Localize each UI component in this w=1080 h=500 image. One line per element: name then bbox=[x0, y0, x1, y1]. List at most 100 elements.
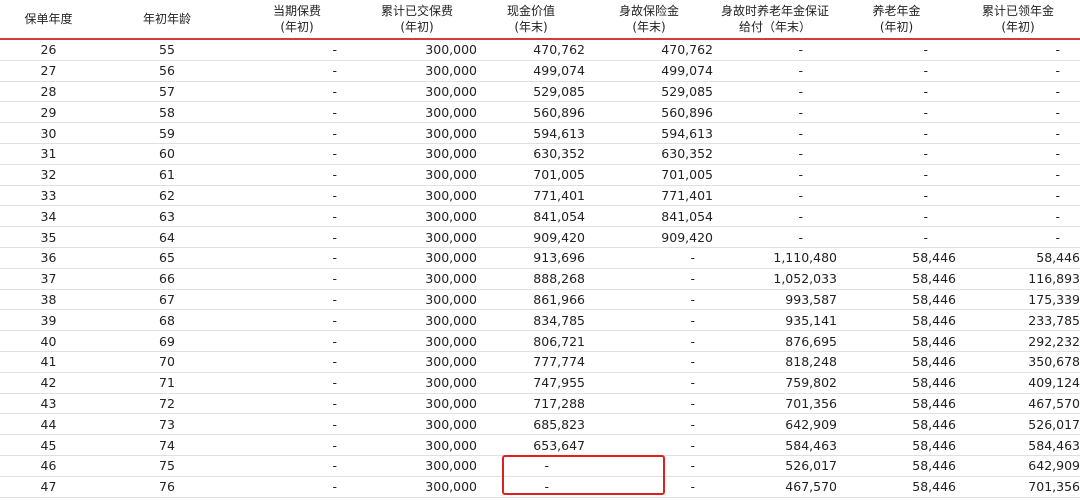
annuity-guarantee-cell: - bbox=[713, 205, 837, 228]
cumulative-premium-header: 累计已交保费 (年初) bbox=[357, 0, 477, 40]
start-age-cell: 59 bbox=[97, 122, 237, 144]
cumulative-premium-cell: 300,000 bbox=[357, 268, 477, 290]
cumulative-premium-cell: 300,000 bbox=[357, 185, 477, 207]
cash-value-cell: - bbox=[477, 455, 585, 477]
annuity-guarantee-cell: 526,017 bbox=[713, 455, 837, 477]
header-line-1: 保单年度 bbox=[24, 12, 73, 26]
cumulative-premium-cell: 300,000 bbox=[357, 434, 477, 456]
cumulative-annuity-cell: 409,124 bbox=[956, 372, 1080, 394]
table-row: 28 57-300,000 529,085 529,085- - - bbox=[0, 81, 1080, 103]
death-benefit-cell: 841,054 bbox=[585, 205, 713, 228]
death-benefit-cell: 771,401 bbox=[585, 185, 713, 207]
cumulative-annuity-cell: - bbox=[956, 122, 1080, 144]
start-age-cell: 63 bbox=[97, 205, 237, 228]
start-age-cell: 70 bbox=[97, 351, 237, 373]
start-age-cell: 65 bbox=[97, 247, 237, 269]
death-benefit-cell: - bbox=[585, 372, 713, 394]
table-header: 保单年度 年初年龄 当期保费 (年初) 累计已交保费 (年初) 现金价值 (年末) 身故保险金 (… bbox=[0, 0, 1080, 40]
cumulative-annuity-cell: - bbox=[956, 226, 1080, 248]
cumulative-annuity-cell: 292,232 bbox=[956, 330, 1080, 352]
header-line-2: (年末) bbox=[514, 20, 548, 34]
policy-year-cell: 40 bbox=[0, 330, 97, 352]
annuity-cell: 58,446 bbox=[837, 247, 956, 269]
policy-year-cell: 41 bbox=[0, 351, 97, 373]
header-line-2: (年初) bbox=[1001, 20, 1035, 34]
annuity-cell: 58,446 bbox=[837, 393, 956, 415]
header-line-1: 年初年龄 bbox=[142, 12, 191, 26]
cumulative-premium-cell: 300,000 bbox=[357, 60, 477, 82]
annuity-header: 养老年金 (年初) bbox=[837, 0, 956, 40]
annuity-guarantee-cell: 1,052,033 bbox=[713, 268, 837, 290]
death-benefit-cell: - bbox=[585, 330, 713, 352]
annuity-cell: 58,446 bbox=[837, 476, 956, 498]
cash-value-cell: 861,966 bbox=[477, 289, 585, 311]
cumulative-premium-cell: 300,000 bbox=[357, 205, 477, 228]
policy-year-cell: 43 bbox=[0, 393, 97, 415]
current-premium-cell: - bbox=[237, 247, 357, 269]
cumulative-premium-cell: 300,000 bbox=[357, 81, 477, 103]
current-premium-cell: - bbox=[237, 81, 357, 103]
cash-value-cell: 913,696 bbox=[477, 247, 585, 269]
cash-value-cell: 888,268 bbox=[477, 268, 585, 290]
annuity-guarantee-cell: 642,909 bbox=[713, 413, 837, 436]
header-line-1: 养老年金 bbox=[872, 4, 921, 18]
cash-value-cell: 771,401 bbox=[477, 185, 585, 207]
death-benefit-cell: - bbox=[585, 393, 713, 415]
death-benefit-cell: - bbox=[585, 309, 713, 332]
policy-year-cell: 36 bbox=[0, 247, 97, 269]
cumulative-annuity-cell: - bbox=[956, 164, 1080, 186]
start-age-header: 年初年龄 bbox=[97, 0, 237, 40]
table-row: 26 55-300,000 470,762 470,762- - - bbox=[0, 37, 1080, 61]
start-age-cell: 68 bbox=[97, 309, 237, 332]
death-benefit-cell: - bbox=[585, 455, 713, 477]
policy-year-cell: 33 bbox=[0, 185, 97, 207]
start-age-cell: 57 bbox=[97, 81, 237, 103]
policy-year-cell: 37 bbox=[0, 268, 97, 290]
cumulative-premium-cell: 300,000 bbox=[357, 413, 477, 436]
benefit-illustration-table: 保单年度 年初年龄 当期保费 (年初) 累计已交保费 (年初) 现金价值 (年末) 身故保险金 (… bbox=[0, 0, 1080, 498]
annuity-guarantee-cell: - bbox=[713, 60, 837, 82]
cash-value-cell: 909,420 bbox=[477, 226, 585, 248]
start-age-cell: 55 bbox=[97, 37, 237, 61]
table-row: 47 76-300,000- -467,570 58,446 701,356 bbox=[0, 476, 1080, 498]
cash-value-cell: 841,054 bbox=[477, 205, 585, 228]
annuity-guarantee-cell: 467,570 bbox=[713, 476, 837, 498]
table-row: 36 65-300,000 913,696-1,110,480 58,446 58,44… bbox=[0, 247, 1080, 269]
policy-year-cell: 35 bbox=[0, 226, 97, 248]
cumulative-annuity-cell: - bbox=[956, 101, 1080, 124]
cash-value-header: 现金价值 (年末) bbox=[477, 0, 585, 40]
start-age-cell: 60 bbox=[97, 143, 237, 165]
current-premium-cell: - bbox=[237, 164, 357, 186]
policy-year-cell: 28 bbox=[0, 81, 97, 103]
annuity-guarantee-cell: - bbox=[713, 101, 837, 124]
cumulative-premium-cell: 300,000 bbox=[357, 101, 477, 124]
death-benefit-cell: - bbox=[585, 268, 713, 290]
table-row: 44 73-300,000 685,823-642,909 58,446 526,017 bbox=[0, 413, 1080, 436]
cumulative-annuity-cell: - bbox=[956, 185, 1080, 207]
policy-year-cell: 42 bbox=[0, 372, 97, 394]
death-benefit-header: 身故保险金 (年末) bbox=[585, 0, 713, 40]
header-line-1: 现金价值 bbox=[506, 4, 555, 18]
annuity-guarantee-cell: - bbox=[713, 164, 837, 186]
current-premium-cell: - bbox=[237, 413, 357, 436]
header-line-2: (年末) bbox=[632, 20, 666, 34]
table-row: 27 56-300,000 499,074 499,074- - - bbox=[0, 60, 1080, 82]
annuity-cell: - bbox=[837, 164, 956, 186]
annuity-guarantee-cell: 818,248 bbox=[713, 351, 837, 373]
annuity-cell: 58,446 bbox=[837, 413, 956, 436]
current-premium-cell: - bbox=[237, 185, 357, 207]
annuity-cell: 58,446 bbox=[837, 434, 956, 456]
annuity-cell: 58,446 bbox=[837, 455, 956, 477]
start-age-cell: 61 bbox=[97, 164, 237, 186]
annuity-guarantee-cell: 759,802 bbox=[713, 372, 837, 394]
cash-value-cell: 717,288 bbox=[477, 393, 585, 415]
cash-value-cell: 529,085 bbox=[477, 81, 585, 103]
cumulative-annuity-header: 累计已领年金 (年初) bbox=[956, 0, 1080, 40]
cumulative-premium-cell: 300,000 bbox=[357, 309, 477, 332]
policy-year-cell: 31 bbox=[0, 143, 97, 165]
death-benefit-cell: 470,762 bbox=[585, 37, 713, 61]
header-line-1: 身故时养老年金保证 bbox=[720, 4, 829, 18]
cumulative-premium-cell: 300,000 bbox=[357, 289, 477, 311]
policy-year-cell: 47 bbox=[0, 476, 97, 498]
table-body: 26 55-300,000 470,762 470,762- - -27 56-300,00… bbox=[0, 37, 1080, 498]
